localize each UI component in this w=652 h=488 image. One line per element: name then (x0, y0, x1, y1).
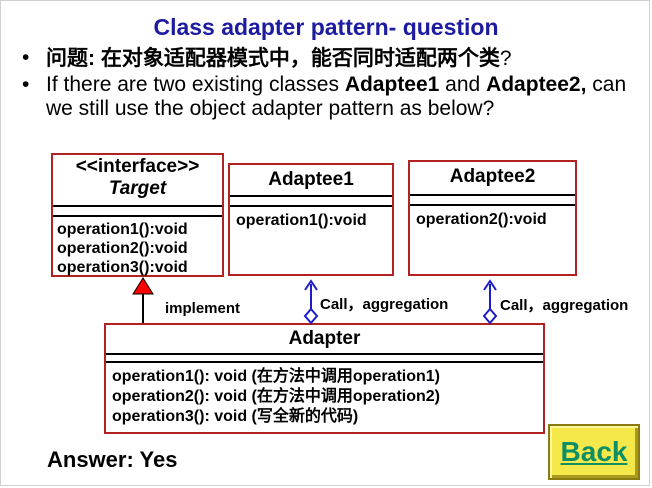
aggregation1-diamond-icon (303, 307, 319, 325)
diagram-connectors (132, 277, 498, 325)
aggregation2-diamond-icon (482, 307, 498, 325)
aggregation2-label: Call，aggregation (500, 297, 629, 314)
answer-text: Answer: Yes (47, 447, 178, 472)
back-button[interactable]: Back (548, 424, 640, 480)
implement-triangle-icon (132, 277, 154, 295)
aggregation1-label: Call，aggregation (320, 296, 449, 313)
implement-label: implement (165, 300, 241, 317)
back-button-label: Back (560, 436, 628, 467)
